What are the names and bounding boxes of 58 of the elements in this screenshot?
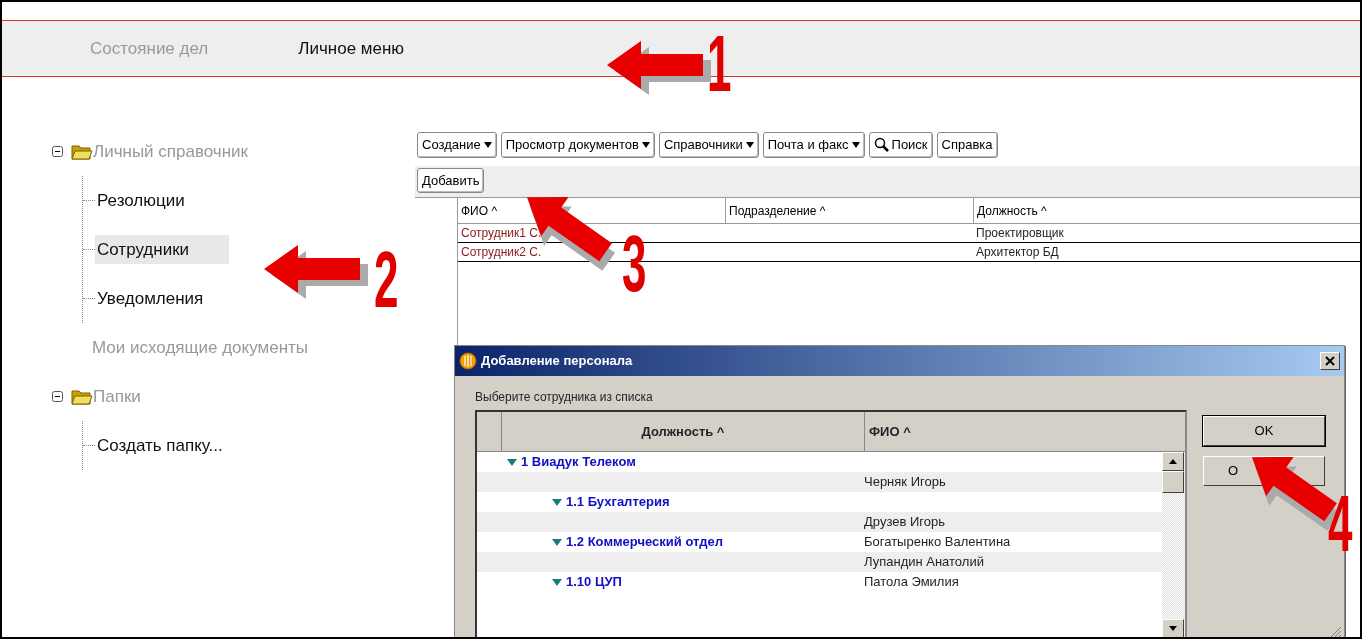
callout-number: 4 <box>1328 484 1353 564</box>
toolbar-button[interactable]: Справка <box>936 132 998 158</box>
expanded-triangle-icon[interactable] <box>552 498 562 506</box>
table-row[interactable]: Черняк Игорь <box>477 472 1162 492</box>
table-row[interactable]: Лупандин Анатолий <box>477 552 1162 572</box>
scroll-down-button[interactable] <box>1162 619 1184 637</box>
column-header[interactable]: ФИО ^ <box>864 412 1162 451</box>
dialog-prompt: Выберите сотрудника из списка <box>475 389 654 406</box>
tree-item[interactable]: Уведомления <box>95 283 208 314</box>
collapse-toggle-icon[interactable] <box>52 146 63 157</box>
expanded-triangle-icon[interactable] <box>552 578 562 586</box>
toolbar-button[interactable]: Просмотр документов <box>500 132 655 158</box>
caret-icon <box>483 141 492 148</box>
department-label: 1 Виадук Телеком <box>521 453 636 472</box>
tree-item[interactable]: Резолюции <box>95 185 189 216</box>
collapse-toggle-icon[interactable] <box>52 391 63 402</box>
folder-icon <box>71 143 93 160</box>
down-arrow-icon <box>1169 626 1177 631</box>
department-label: 1.2 Коммерческий отдел <box>566 533 723 552</box>
close-icon <box>1325 356 1335 366</box>
up-arrow-icon <box>1169 459 1177 464</box>
scroll-thumb[interactable] <box>1162 471 1184 493</box>
add-button[interactable]: Добавить <box>417 167 485 193</box>
column-header[interactable]: Подразделение ^ <box>725 198 973 223</box>
folder-icon <box>71 388 93 405</box>
caret-icon <box>745 141 754 148</box>
toolbar-button[interactable]: Справочники <box>658 132 759 158</box>
department-label: 1.1 Бухгалтерия <box>566 493 670 512</box>
table-row[interactable]: Друзев Игорь <box>477 512 1162 532</box>
close-button[interactable] <box>1320 352 1340 370</box>
scroll-up-button[interactable] <box>1162 452 1184 471</box>
globe-icon <box>459 352 477 370</box>
toolbar-button[interactable]: Поиск <box>868 132 933 158</box>
search-icon <box>873 137 889 153</box>
expanded-triangle-icon[interactable] <box>507 458 517 466</box>
tree-item[interactable]: Создать папку... <box>95 430 227 461</box>
caret-icon <box>641 141 650 148</box>
employee-name: Друзев Игорь <box>864 513 945 532</box>
toolbar-button[interactable]: Создание <box>417 132 497 158</box>
ok-button[interactable]: OK <box>1203 416 1325 446</box>
department-label: 1.10 ЦУП <box>566 573 622 592</box>
column-header[interactable]: ФИО ^ <box>458 198 725 223</box>
employee-name: Патола Эмилия <box>864 573 959 592</box>
dialog-title: Добавление персонала <box>481 352 633 371</box>
column-header[interactable]: Должность ^ <box>973 198 1360 223</box>
tree-item[interactable]: Сотрудники <box>95 234 230 265</box>
table-cell-text: Проектировщик <box>975 225 1065 242</box>
expanded-triangle-icon[interactable] <box>552 538 562 546</box>
employee-name: Богатыренко Валентина <box>864 533 1011 552</box>
callout-number: 2 <box>374 240 399 320</box>
scrollbar[interactable] <box>1162 452 1185 637</box>
toolbar-button[interactable]: Почта и факс <box>762 132 865 158</box>
column-header[interactable]: Должность ^ <box>501 412 864 451</box>
employee-name: Черняк Игорь <box>864 473 946 492</box>
employee-name: Лупандин Анатолий <box>864 553 984 572</box>
menu-tab[interactable]: Личное меню <box>298 35 405 62</box>
table-cell-text: Архитектор БД <box>975 244 1060 261</box>
caret-icon <box>851 141 860 148</box>
